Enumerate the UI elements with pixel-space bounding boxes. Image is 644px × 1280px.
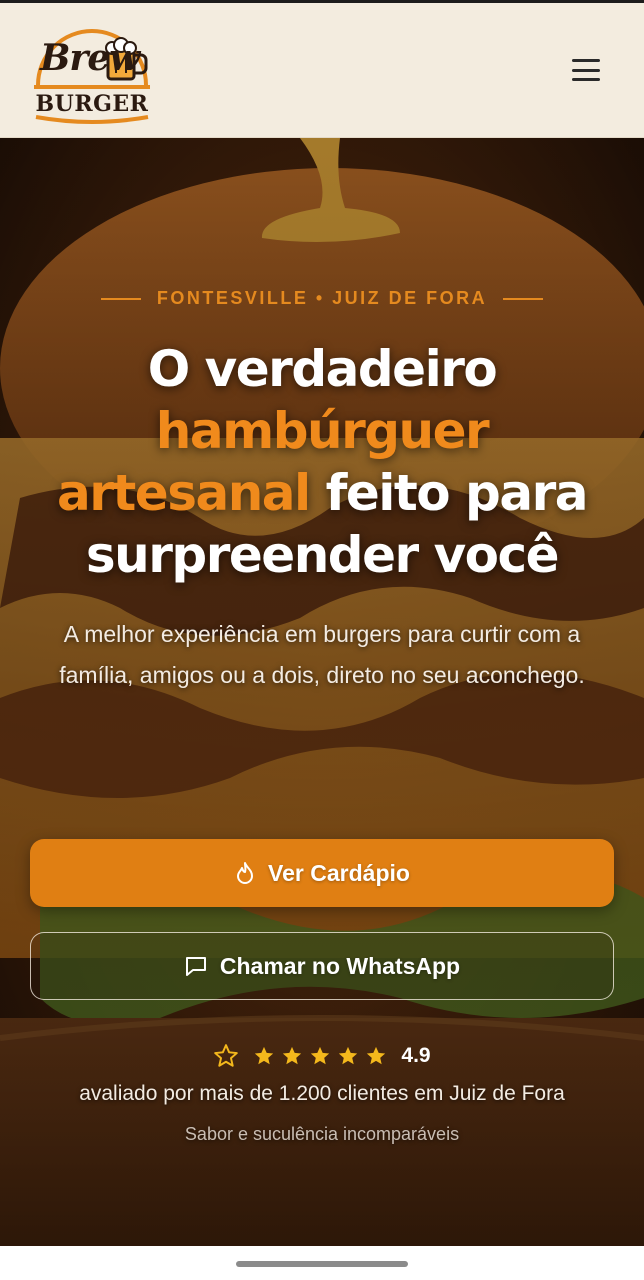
star-outline-icon bbox=[214, 1044, 239, 1067]
rating-caption: avaliado por mais de 1.200 clientes em J… bbox=[79, 1082, 565, 1105]
logo-text-burger: BURGER bbox=[35, 91, 149, 117]
headline-line-2: feito para bbox=[325, 464, 589, 522]
view-menu-label: Ver Cardápio bbox=[268, 859, 410, 886]
site-header: Brew BURGER bbox=[0, 3, 644, 138]
headline-accent-1: hambúrguer bbox=[155, 402, 490, 460]
brand-logo[interactable]: Brew BURGER bbox=[30, 15, 154, 127]
location-kicker: FONTESVILLE • JUIZ DE FORA bbox=[0, 288, 644, 309]
kicker-rule-right bbox=[503, 297, 544, 300]
kicker-text: FONTESVILLE • JUIZ DE FORA bbox=[156, 288, 488, 308]
star-filled-icon bbox=[283, 1046, 302, 1065]
rating-score: 4.9 bbox=[401, 1044, 431, 1067]
flame-icon bbox=[237, 862, 254, 884]
hero-tagline: Sabor e suculência incomparáveis bbox=[184, 1124, 460, 1144]
view-menu-button[interactable]: Ver Cardápio bbox=[30, 839, 614, 907]
hamburger-menu-icon[interactable] bbox=[568, 55, 604, 85]
hero-subtitle: A melhor experiência em burgers para cur… bbox=[59, 621, 585, 688]
star-filled-icon bbox=[311, 1046, 330, 1065]
home-indicator[interactable] bbox=[236, 1261, 408, 1267]
hero-section: FONTESVILLE • JUIZ DE FORA O verdadeiro … bbox=[0, 138, 644, 1246]
headline-accent-2: artesanal bbox=[56, 464, 311, 522]
headline-line-1: O verdadeiro bbox=[147, 340, 498, 398]
whatsapp-label: Chamar no WhatsApp bbox=[219, 952, 461, 979]
hero-headline: O verdadeiro hambúrguer artesanal feito … bbox=[20, 338, 624, 586]
star-filled-icon bbox=[339, 1046, 358, 1065]
star-filled-icon bbox=[255, 1046, 274, 1065]
rating-stars bbox=[253, 1045, 387, 1067]
kicker-rule-left bbox=[100, 297, 141, 300]
system-bottom-bar bbox=[0, 1246, 644, 1280]
rating-row: 4.9 bbox=[0, 1043, 644, 1069]
whatsapp-button[interactable]: Chamar no WhatsApp bbox=[30, 932, 614, 1000]
chat-icon bbox=[185, 957, 206, 976]
headline-line-3: surpreender você bbox=[85, 526, 560, 584]
logo-text-brew: Brew bbox=[40, 37, 140, 79]
star-filled-icon bbox=[367, 1046, 386, 1065]
